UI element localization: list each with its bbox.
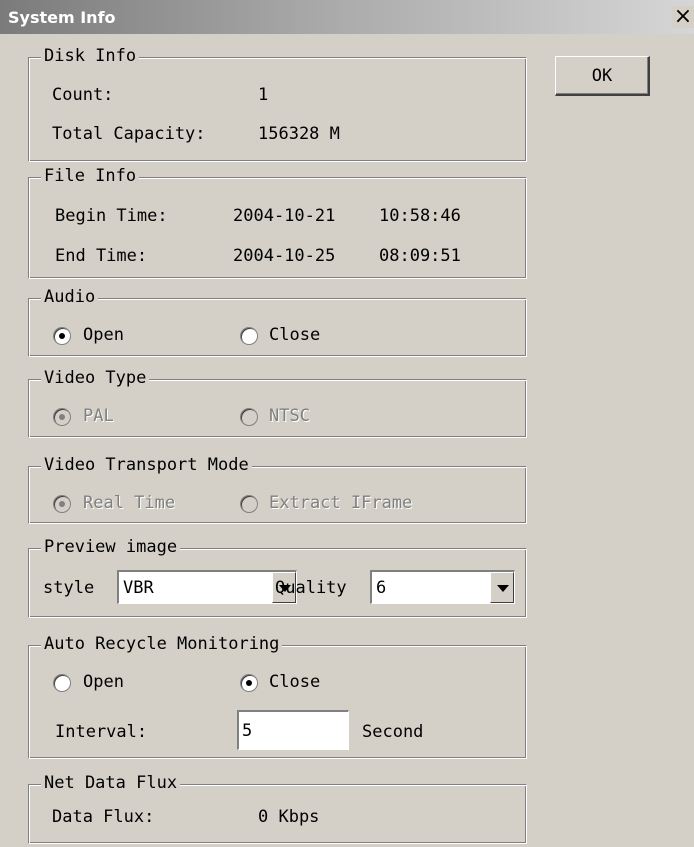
- radio-dot-icon: [246, 680, 252, 686]
- video-transport-legend: Video Transport Mode: [41, 455, 252, 475]
- radio-dot-icon: [59, 333, 65, 339]
- total-capacity-label: Total Capacity:: [52, 124, 206, 144]
- interval-label: Interval:: [55, 722, 148, 742]
- radio-dot-icon: [59, 501, 65, 507]
- disk-count-label: Count:: [52, 85, 114, 105]
- quality-select-value: 6: [376, 578, 387, 598]
- quality-select[interactable]: 6: [370, 570, 515, 604]
- audio-group: Audio Open Close: [28, 287, 527, 357]
- window-title: System Info: [8, 8, 116, 27]
- style-label: style: [43, 578, 95, 598]
- video-type-ntsc-label: NTSC: [269, 406, 310, 426]
- system-info-dialog: System Info × OK Disk Info Count: 1 Tota…: [0, 0, 694, 847]
- total-capacity-value: 156328 M: [258, 124, 340, 144]
- close-icon[interactable]: ×: [672, 6, 694, 28]
- disk-info-group: Disk Info Count: 1 Total Capacity: 15632…: [28, 46, 527, 162]
- chevron-down-icon: [497, 585, 509, 592]
- auto-recycle-close-label[interactable]: Close: [269, 672, 320, 692]
- interval-input[interactable]: [237, 710, 349, 750]
- file-info-legend: File Info: [41, 166, 140, 186]
- extract-iframe-label: Extract IFrame: [269, 493, 413, 513]
- begin-date-value: 2004-10-21: [233, 206, 336, 226]
- video-type-group: Video Type PAL NTSC: [28, 368, 527, 438]
- audio-open-radio[interactable]: [53, 327, 71, 345]
- file-info-group: File Info Begin Time: 2004-10-21 10:58:4…: [28, 166, 527, 279]
- video-transport-group: Video Transport Mode Real Time Extract I…: [28, 455, 527, 524]
- auto-recycle-open-label[interactable]: Open: [83, 672, 124, 692]
- end-time-label: End Time:: [55, 246, 148, 266]
- begin-time-value: 10:58:46: [379, 206, 461, 226]
- real-time-label: Real Time: [83, 493, 176, 513]
- title-bar[interactable]: System Info: [0, 0, 694, 34]
- style-select-value: VBR: [123, 578, 154, 598]
- audio-close-radio[interactable]: [240, 327, 258, 345]
- audio-open-label[interactable]: Open: [83, 325, 124, 345]
- radio-dot-icon: [59, 414, 65, 420]
- style-select[interactable]: VBR: [117, 570, 297, 604]
- auto-recycle-group: Auto Recycle Monitoring Open Close Inter…: [28, 634, 527, 759]
- preview-image-legend: Preview image: [41, 537, 181, 557]
- quality-dropdown-button[interactable]: [490, 572, 514, 603]
- disk-count-value: 1: [258, 85, 269, 105]
- disk-info-legend: Disk Info: [41, 46, 140, 66]
- interval-unit: Second: [362, 722, 424, 742]
- auto-recycle-open-radio[interactable]: [53, 674, 71, 692]
- extract-iframe-radio: [240, 495, 258, 513]
- audio-close-label[interactable]: Close: [269, 325, 320, 345]
- video-type-legend: Video Type: [41, 368, 150, 388]
- begin-time-label: Begin Time:: [55, 206, 168, 226]
- net-data-flux-legend: Net Data Flux: [41, 773, 181, 793]
- real-time-radio: [53, 495, 71, 513]
- preview-image-group: Preview image style VBR Quality 6: [28, 537, 527, 618]
- end-time-value: 08:09:51: [379, 246, 461, 266]
- video-type-pal-label: PAL: [83, 406, 114, 426]
- quality-label: Quality: [275, 578, 347, 598]
- ok-button[interactable]: OK: [555, 56, 650, 96]
- data-flux-label: Data Flux:: [52, 807, 155, 827]
- end-date-value: 2004-10-25: [233, 246, 336, 266]
- video-type-ntsc-radio: [240, 408, 258, 426]
- auto-recycle-close-radio[interactable]: [240, 674, 258, 692]
- video-type-pal-radio: [53, 408, 71, 426]
- audio-legend: Audio: [41, 287, 99, 307]
- net-data-flux-group: Net Data Flux Data Flux: 0 Kbps: [28, 773, 527, 844]
- data-flux-value: 0 Kbps: [258, 807, 320, 827]
- auto-recycle-legend: Auto Recycle Monitoring: [41, 634, 283, 654]
